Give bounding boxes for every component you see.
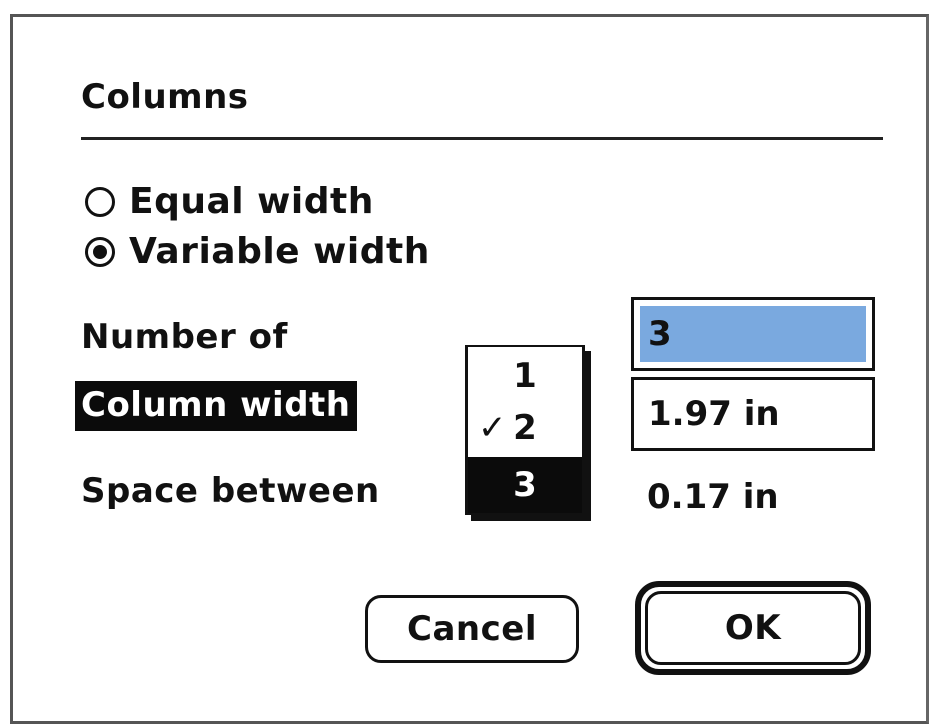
ok-button[interactable]: OK bbox=[645, 591, 861, 665]
label-number-of: Number of bbox=[81, 317, 288, 357]
number-popup-menu[interactable]: 1 ✓ 2 3 bbox=[465, 345, 585, 515]
cancel-button[interactable]: Cancel bbox=[365, 595, 579, 663]
radio-equal-width[interactable]: Equal width bbox=[85, 181, 374, 222]
columns-dialog: Columns Equal width Variable width Numbe… bbox=[10, 14, 929, 724]
popup-item-1[interactable]: 1 bbox=[468, 349, 582, 403]
radio-button-selected-icon[interactable] bbox=[85, 236, 115, 267]
radio-label-variable-width: Variable width bbox=[129, 231, 430, 272]
popup-item-2-label: 2 bbox=[513, 408, 537, 448]
column-width-value: 1.97 in bbox=[648, 394, 780, 434]
label-column-width: Column width bbox=[75, 381, 357, 431]
popup-item-3-label: 3 bbox=[513, 465, 537, 505]
popup-item-1-label: 1 bbox=[513, 356, 537, 396]
column-width-field[interactable]: 1.97 in bbox=[631, 377, 875, 451]
radio-label-equal-width: Equal width bbox=[129, 181, 374, 222]
title-divider bbox=[81, 137, 883, 140]
checkmark-icon: ✓ bbox=[478, 408, 507, 448]
number-of-selected-text: 3 bbox=[640, 306, 866, 362]
radio-button-icon[interactable] bbox=[85, 186, 115, 217]
dialog-title: Columns bbox=[81, 77, 249, 117]
label-space-between: Space between bbox=[81, 471, 380, 511]
radio-variable-width[interactable]: Variable width bbox=[85, 231, 430, 272]
popup-item-3[interactable]: 3 bbox=[468, 457, 582, 513]
popup-item-2[interactable]: ✓ 2 bbox=[468, 401, 582, 455]
space-between-value: 0.17 in bbox=[647, 477, 779, 517]
number-of-field[interactable]: 3 bbox=[631, 297, 875, 371]
